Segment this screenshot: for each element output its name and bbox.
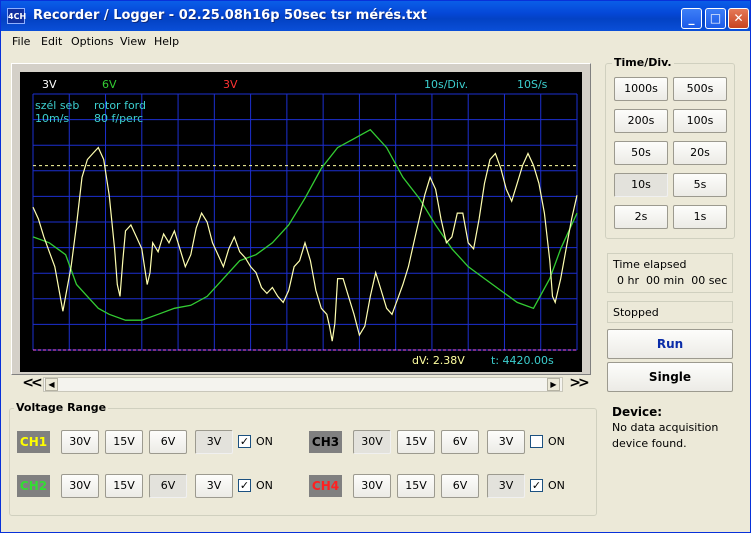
menu-bar: File Edit Options View Help — [1, 31, 750, 53]
ch4-range-30v[interactable]: 30V — [353, 474, 391, 498]
scroll-jump-left-icon[interactable]: << — [21, 376, 42, 392]
ch1-range-3v[interactable]: 3V — [195, 430, 233, 454]
run-button[interactable]: Run — [607, 329, 733, 359]
ch4-range-6v[interactable]: 6V — [441, 474, 479, 498]
time-div-button-1000s[interactable]: 1000s — [614, 77, 668, 101]
time-elapsed-label: Time elapsed — [613, 258, 687, 271]
time-elapsed-box: Time elapsed 0 hr 00 min 00 sec — [607, 253, 733, 293]
ch3-range-15v[interactable]: 15V — [397, 430, 435, 454]
status-text: Stopped — [613, 306, 659, 319]
time-div-button-1s[interactable]: 1s — [673, 205, 727, 229]
ch2-range-label: 6V — [102, 78, 117, 91]
ch1-on-label[interactable]: ON — [256, 435, 273, 448]
ch1-name-label: szél seb — [35, 99, 80, 112]
scope-panel: 3V 6V 3V 10s/Div. 10S/s szél seb 10m/s r… — [11, 63, 591, 375]
channel-label-ch4: CH4 — [309, 475, 342, 497]
ch4-range-3v[interactable]: 3V — [487, 474, 525, 498]
channel-label-ch1: CH1 — [17, 431, 50, 453]
ch2-name-label: rotor ford — [94, 99, 146, 112]
dv-readout: dV: 2.38V — [412, 354, 465, 367]
ch2-range-3v[interactable]: 3V — [195, 474, 233, 498]
time-div-label: 10s/Div. — [424, 78, 469, 91]
time-div-button-2s[interactable]: 2s — [614, 205, 668, 229]
ch4-range-label: 3V — [223, 78, 238, 91]
device-title: Device: — [612, 405, 663, 419]
sample-rate-label: 10S/s — [517, 78, 548, 91]
time-elapsed-value: 0 hr 00 min 00 sec — [617, 274, 728, 287]
ch3-on-checkbox[interactable] — [530, 435, 543, 448]
ch2-range-6v[interactable]: 6V — [149, 474, 187, 498]
ch4-on-checkbox[interactable]: ✓ — [530, 479, 543, 492]
ch1-scale-label: 10m/s — [35, 112, 70, 125]
time-div-title: Time/Div. — [612, 56, 674, 69]
ch3-range-30v[interactable]: 30V — [353, 430, 391, 454]
time-div-button-5s[interactable]: 5s — [673, 173, 727, 197]
device-message-line1: No data acquisition — [612, 421, 719, 434]
ch1-trace — [32, 146, 578, 342]
scroll-jump-right-icon[interactable]: >> — [568, 376, 589, 392]
recorder-window: 4CH Recorder / Logger - 02.25.08h16p 50s… — [0, 0, 751, 533]
voltage-range-title: Voltage Range — [14, 401, 109, 414]
menu-file[interactable]: File — [12, 35, 30, 48]
scroll-right-icon[interactable]: ▶ — [547, 378, 560, 391]
time-div-button-200s[interactable]: 200s — [614, 109, 668, 133]
ch2-range-15v[interactable]: 15V — [105, 474, 143, 498]
ch2-on-label[interactable]: ON — [256, 479, 273, 492]
ch2-range-30v[interactable]: 30V — [61, 474, 99, 498]
ch1-on-checkbox[interactable]: ✓ — [238, 435, 251, 448]
ch1-range-15v[interactable]: 15V — [105, 430, 143, 454]
time-div-button-500s[interactable]: 500s — [673, 77, 727, 101]
oscilloscope-display[interactable]: 3V 6V 3V 10s/Div. 10S/s szél seb 10m/s r… — [20, 72, 582, 372]
status-box: Stopped — [607, 301, 733, 323]
maximize-button[interactable]: □ — [705, 8, 726, 29]
ch2-trace — [32, 128, 578, 321]
time-div-group: Time/Div. 1000s 500s 200s 100s 50s 20s 10s 5s 2s… — [605, 56, 735, 239]
single-button[interactable]: Single — [607, 362, 733, 392]
channel-label-ch2: CH2 — [17, 475, 50, 497]
menu-edit[interactable]: Edit — [41, 35, 62, 48]
ch4-range-15v[interactable]: 15V — [397, 474, 435, 498]
time-div-button-50s[interactable]: 50s — [614, 141, 668, 165]
menu-view[interactable]: View — [120, 35, 146, 48]
time-readout: t: 4420.00s — [491, 354, 554, 367]
time-scrollbar: << ◀ ▶ >> — [21, 376, 590, 394]
time-div-button-20s[interactable]: 20s — [673, 141, 727, 165]
app-icon: 4CH — [7, 8, 26, 24]
scroll-track[interactable]: ◀ ▶ — [43, 377, 563, 392]
ch2-on-checkbox[interactable]: ✓ — [238, 479, 251, 492]
time-div-button-10s[interactable]: 10s — [614, 173, 668, 197]
ch4-on-label[interactable]: ON — [548, 479, 565, 492]
window-title: Recorder / Logger - 02.25.08h16p 50sec t… — [33, 8, 427, 23]
menu-help[interactable]: Help — [154, 35, 179, 48]
ch1-range-30v[interactable]: 30V — [61, 430, 99, 454]
ch3-range-6v[interactable]: 6V — [441, 430, 479, 454]
menu-options[interactable]: Options — [71, 35, 113, 48]
ch1-range-label: 3V — [42, 78, 57, 91]
device-message-line2: device found. — [612, 437, 687, 450]
ch3-range-3v[interactable]: 3V — [487, 430, 525, 454]
scroll-left-icon[interactable]: ◀ — [45, 378, 58, 391]
minimize-button[interactable]: _ — [681, 8, 702, 29]
ch2-scale-label: 80 f/perc — [94, 112, 144, 125]
title-bar[interactable]: 4CH Recorder / Logger - 02.25.08h16p 50s… — [1, 1, 750, 31]
ch3-on-label[interactable]: ON — [548, 435, 565, 448]
voltage-range-group: Voltage Range CH1 30V 15V 6V 3V ✓ ON CH2 30V 15V 6… — [9, 401, 597, 516]
time-div-button-100s[interactable]: 100s — [673, 109, 727, 133]
close-button[interactable]: ✕ — [728, 8, 749, 29]
ch1-range-6v[interactable]: 6V — [149, 430, 187, 454]
channel-label-ch3: CH3 — [309, 431, 342, 453]
